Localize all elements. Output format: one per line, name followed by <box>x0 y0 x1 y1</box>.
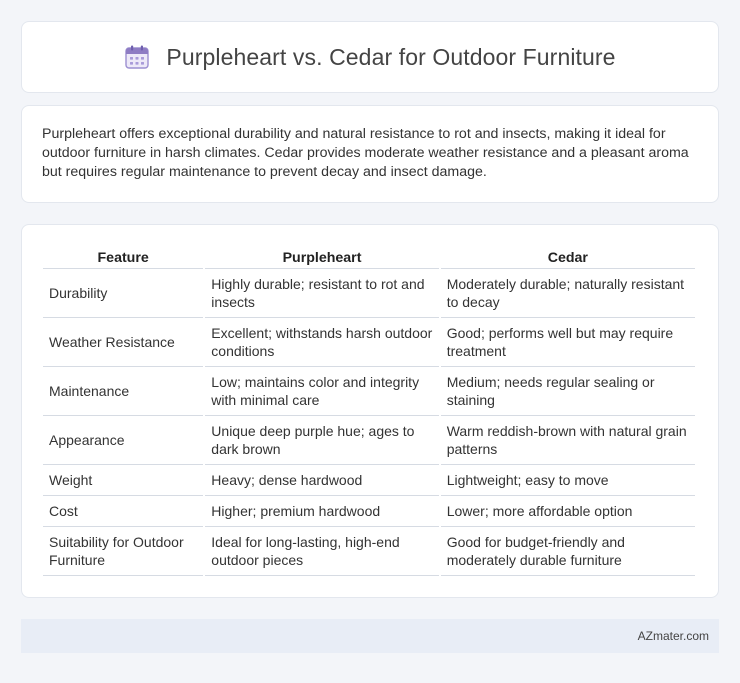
table-row: Suitability for Outdoor Furniture Ideal … <box>43 527 695 576</box>
feature-cell: Suitability for Outdoor Furniture <box>43 527 204 576</box>
purpleheart-cell: Excellent; withstands harsh outdoor cond… <box>205 318 439 367</box>
summary-text: Purpleheart offers exceptional durabilit… <box>42 126 689 180</box>
cedar-cell: Good; performs well but may require trea… <box>440 318 695 367</box>
cedar-cell: Lightweight; easy to move <box>440 465 695 496</box>
cedar-cell: Good for budget-friendly and moderately … <box>440 527 695 576</box>
table-row: Maintenance Low; maintains color and int… <box>43 367 695 416</box>
purpleheart-cell: Low; maintains color and integrity with … <box>205 367 439 416</box>
cedar-cell: Warm reddish-brown with natural grain pa… <box>440 416 695 465</box>
table-row: Cost Higher; premium hardwood Lower; mor… <box>43 496 695 527</box>
footer-site-name: AZmater.com <box>637 629 709 643</box>
table-row: Appearance Unique deep purple hue; ages … <box>43 416 695 465</box>
purpleheart-cell: Highly durable; resistant to rot and ins… <box>205 269 439 318</box>
feature-cell: Weather Resistance <box>43 318 204 367</box>
table-row: Durability Highly durable; resistant to … <box>43 269 695 318</box>
purpleheart-cell: Heavy; dense hardwood <box>205 465 439 496</box>
feature-cell: Weight <box>43 465 204 496</box>
feature-cell: Appearance <box>43 416 204 465</box>
column-header-cedar: Cedar <box>440 245 695 269</box>
column-header-feature: Feature <box>43 245 204 269</box>
header-card: Purpleheart vs. Cedar for Outdoor Furnit… <box>21 21 719 93</box>
purpleheart-cell: Higher; premium hardwood <box>205 496 439 527</box>
footer-bar: AZmater.com <box>21 619 719 653</box>
comparison-table: Feature Purpleheart Cedar Durability Hig… <box>41 245 697 576</box>
table-header-row: Feature Purpleheart Cedar <box>43 245 695 269</box>
table-row: Weight Heavy; dense hardwood Lightweight… <box>43 465 695 496</box>
calendar-icon <box>124 44 150 70</box>
title-wrap: Purpleheart vs. Cedar for Outdoor Furnit… <box>124 44 615 71</box>
cedar-cell: Medium; needs regular sealing or stainin… <box>440 367 695 416</box>
table-row: Weather Resistance Excellent; withstands… <box>43 318 695 367</box>
feature-cell: Durability <box>43 269 204 318</box>
feature-cell: Maintenance <box>43 367 204 416</box>
comparison-table-card: Feature Purpleheart Cedar Durability Hig… <box>21 224 719 598</box>
cedar-cell: Lower; more affordable option <box>440 496 695 527</box>
summary-card: Purpleheart offers exceptional durabilit… <box>21 105 719 203</box>
purpleheart-cell: Ideal for long-lasting, high-end outdoor… <box>205 527 439 576</box>
cedar-cell: Moderately durable; naturally resistant … <box>440 269 695 318</box>
column-header-purpleheart: Purpleheart <box>205 245 439 269</box>
feature-cell: Cost <box>43 496 204 527</box>
purpleheart-cell: Unique deep purple hue; ages to dark bro… <box>205 416 439 465</box>
page-title: Purpleheart vs. Cedar for Outdoor Furnit… <box>166 43 616 70</box>
